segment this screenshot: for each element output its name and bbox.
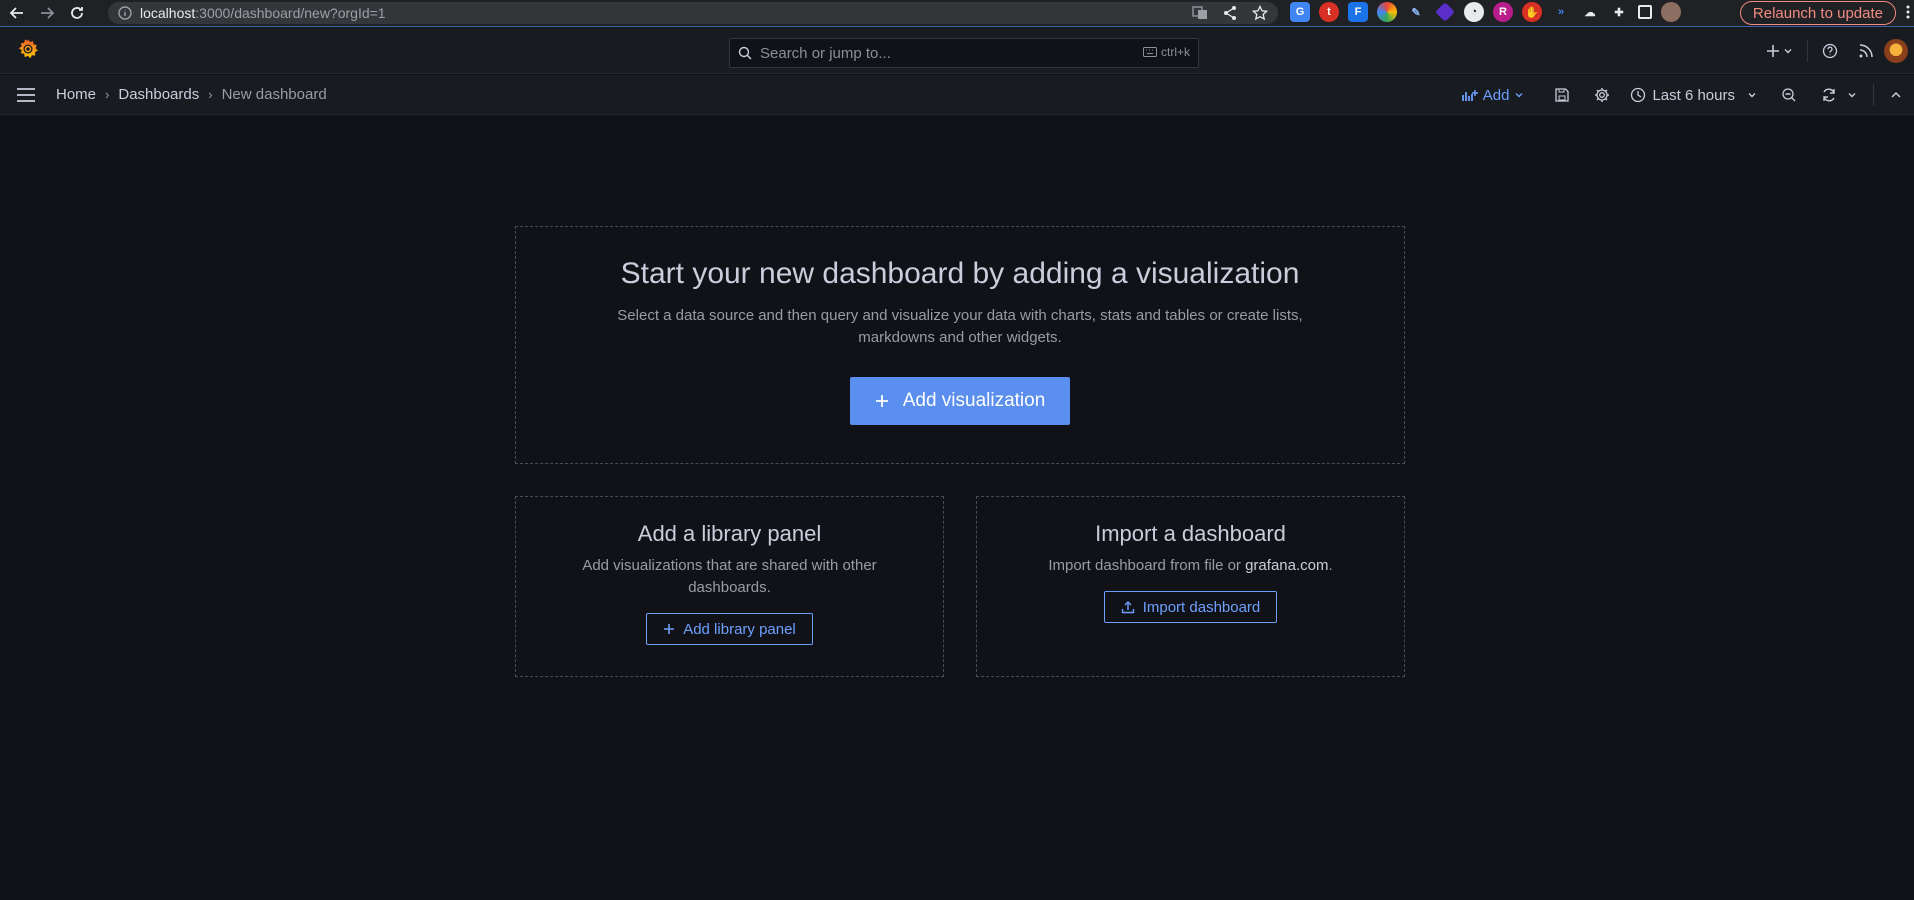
settings-gear-icon[interactable] bbox=[1594, 87, 1610, 103]
back-icon[interactable] bbox=[4, 0, 30, 26]
hero-title: Start your new dashboard by adding a vis… bbox=[620, 257, 1300, 290]
zoom-out-icon[interactable] bbox=[1781, 87, 1797, 103]
browser-toolbar: localhost:3000/dashboard/new?orgId=1 G t… bbox=[0, 0, 1914, 26]
extension-hand-icon[interactable]: ✋ bbox=[1522, 2, 1542, 22]
import-dashboard-button[interactable]: Import dashboard bbox=[1103, 591, 1278, 623]
reload-icon[interactable] bbox=[64, 0, 90, 26]
grafana-com-link[interactable]: grafana.com bbox=[1245, 557, 1328, 574]
keyboard-icon bbox=[1142, 47, 1157, 57]
extension-gauge-icon[interactable]: ◔ bbox=[1464, 2, 1484, 22]
chevron-down-icon bbox=[1748, 93, 1756, 98]
extension-chrome-icon[interactable] bbox=[1377, 2, 1397, 22]
add-dropdown-button[interactable]: Add bbox=[1461, 86, 1525, 104]
forward-icon[interactable] bbox=[34, 0, 60, 26]
add-library-panel-button[interactable]: Add library panel bbox=[646, 613, 813, 645]
extension-diamond-icon[interactable] bbox=[1435, 2, 1455, 22]
profile-avatar[interactable] bbox=[1661, 2, 1681, 22]
side-panel-icon[interactable] bbox=[1638, 5, 1652, 19]
add-visualization-label: Add visualization bbox=[902, 390, 1046, 411]
search-shortcut: ctrl+k bbox=[1142, 45, 1190, 59]
refresh-icon[interactable] bbox=[1821, 87, 1837, 103]
extension-audio-icon[interactable]: » bbox=[1551, 2, 1571, 22]
extension-translate-icon[interactable]: G bbox=[1290, 2, 1310, 22]
help-icon[interactable] bbox=[1822, 43, 1838, 59]
chevron-down-icon bbox=[1848, 93, 1856, 98]
relaunch-button[interactable]: Relaunch to update bbox=[1739, 1, 1896, 25]
breadcrumb-dashboards[interactable]: Dashboards bbox=[118, 86, 199, 103]
breadcrumb-home[interactable]: Home bbox=[56, 86, 96, 103]
import-dashboard-label: Import dashboard bbox=[1142, 598, 1261, 616]
site-info-icon[interactable] bbox=[118, 6, 132, 20]
add-library-panel-label: Add library panel bbox=[683, 620, 796, 638]
breadcrumb-current: New dashboard bbox=[221, 86, 327, 103]
extension-cloud-icon[interactable]: ☁ bbox=[1580, 2, 1600, 22]
add-panel-icon bbox=[1461, 90, 1478, 101]
chevron-down-icon bbox=[1784, 49, 1792, 54]
breadcrumb: Home › Dashboards › New dashboard bbox=[56, 86, 327, 103]
extensions-puzzle-icon[interactable]: ✚ bbox=[1609, 2, 1629, 22]
address-bar[interactable]: localhost:3000/dashboard/new?orgId=1 bbox=[108, 2, 1278, 24]
chevron-right-icon: › bbox=[208, 87, 213, 102]
add-visualization-button[interactable]: Add visualization bbox=[849, 377, 1071, 425]
add-label: Add bbox=[1482, 86, 1510, 104]
library-panel-card: Add a library panel Add visualizations t… bbox=[515, 496, 944, 677]
extension-r-icon[interactable]: R bbox=[1493, 2, 1513, 22]
import-card-description: Import dashboard from file or grafana.co… bbox=[1048, 557, 1333, 574]
search-icon bbox=[738, 46, 752, 60]
empty-dashboard-hero: Start your new dashboard by adding a vis… bbox=[515, 226, 1405, 464]
menu-icon[interactable] bbox=[16, 86, 36, 104]
extension-pen-icon[interactable]: ✎ bbox=[1406, 2, 1426, 22]
time-range-label: Last 6 hours bbox=[1652, 86, 1735, 104]
url-text: localhost:3000/dashboard/new?orgId=1 bbox=[140, 5, 386, 21]
bookmark-star-icon[interactable] bbox=[1252, 5, 1268, 21]
clock-icon bbox=[1631, 87, 1646, 103]
grafana-logo-icon[interactable] bbox=[16, 37, 40, 66]
library-card-description: Add visualizations that are shared with … bbox=[582, 557, 877, 596]
extension-f-icon[interactable]: F bbox=[1348, 2, 1368, 22]
search-box[interactable]: Search or jump to... ctrl+k bbox=[729, 38, 1199, 68]
upload-icon bbox=[1121, 601, 1134, 614]
extension-t-icon[interactable]: t bbox=[1319, 2, 1339, 22]
news-feed-icon[interactable] bbox=[1858, 43, 1874, 59]
breadcrumb-bar: Home › Dashboards › New dashboard Add La… bbox=[0, 75, 1914, 115]
browser-menu-icon[interactable] bbox=[1906, 3, 1910, 21]
save-icon[interactable] bbox=[1554, 87, 1570, 103]
plus-icon bbox=[1767, 45, 1779, 57]
chevron-right-icon: › bbox=[105, 87, 110, 102]
extensions-row: G t F ✎ ◔ R ✋ » ☁ ✚ bbox=[1290, 2, 1681, 22]
divider bbox=[1873, 84, 1874, 106]
plus-icon bbox=[875, 395, 888, 407]
grafana-header: Search or jump to... ctrl+k bbox=[0, 27, 1914, 74]
plus-icon bbox=[664, 624, 675, 634]
chevron-down-icon bbox=[1515, 93, 1523, 98]
import-dashboard-card: Import a dashboard Import dashboard from… bbox=[976, 496, 1405, 677]
collapse-chevron-up-icon[interactable] bbox=[1890, 89, 1902, 101]
hero-description: Select a data source and then query and … bbox=[617, 307, 1303, 346]
search-placeholder: Search or jump to... bbox=[760, 44, 891, 62]
translate-icon[interactable] bbox=[1192, 5, 1208, 21]
import-card-title: Import a dashboard bbox=[1095, 521, 1286, 546]
divider bbox=[1807, 40, 1808, 62]
new-dropdown-button[interactable] bbox=[1766, 44, 1793, 58]
user-avatar[interactable] bbox=[1884, 39, 1908, 63]
library-card-title: Add a library panel bbox=[637, 521, 822, 546]
refresh-interval-dropdown[interactable] bbox=[1847, 90, 1857, 100]
time-range-picker[interactable]: Last 6 hours bbox=[1630, 87, 1757, 104]
share-icon[interactable] bbox=[1222, 5, 1238, 21]
